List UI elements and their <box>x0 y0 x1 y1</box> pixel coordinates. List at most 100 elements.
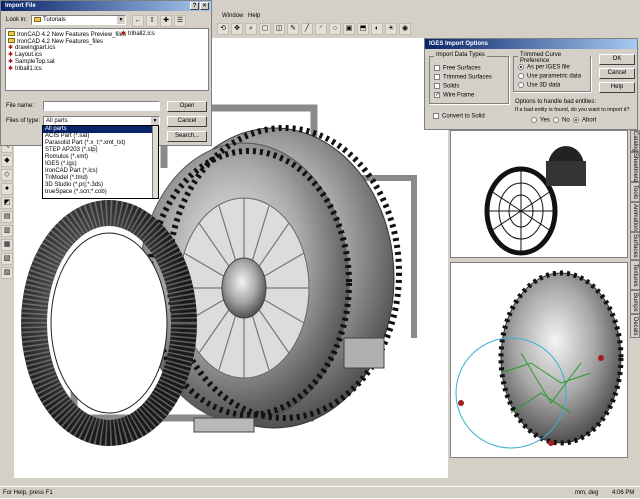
light-icon[interactable]: ☀ <box>385 23 397 35</box>
part-icon: ✱ <box>8 45 14 51</box>
iges-title: IGES Import Options <box>429 41 489 47</box>
checkbox-wire-frame[interactable]: ✓ Wire Frame <box>434 92 474 99</box>
fan-model <box>484 146 586 256</box>
arc-icon[interactable]: ◜ <box>315 23 327 35</box>
open-button[interactable]: Open <box>167 101 207 112</box>
line-icon[interactable]: ╱ <box>301 23 313 35</box>
up-folder-icon[interactable]: ⇧ <box>146 15 158 27</box>
tab-catalogs[interactable]: Catalogs <box>630 130 640 155</box>
ok-button[interactable]: OK <box>599 54 635 65</box>
zoom-icon[interactable]: ⌕ <box>245 23 257 35</box>
extrude-icon[interactable]: ⬒ <box>357 23 369 35</box>
radio-3d-data[interactable]: Use 3D data <box>518 82 560 89</box>
folder-icon <box>8 31 15 36</box>
part-icon: ✱ <box>8 66 14 72</box>
tab-decals[interactable]: Decals <box>630 314 640 338</box>
checkbox-solids[interactable]: Solids <box>434 83 459 90</box>
dropdown-option[interactable]: STEP AP203 (*.stp) <box>43 147 158 154</box>
search-button[interactable]: Search... <box>167 131 207 142</box>
dropdown-option[interactable]: Romulus (*.xmt) <box>43 154 158 161</box>
fit-icon[interactable]: ▢ <box>259 23 271 35</box>
radio-abort[interactable]: Abort <box>573 117 596 124</box>
import-file-titlebar[interactable]: Import File ? × <box>1 1 211 11</box>
folder-icon <box>8 38 15 43</box>
chevron-down-icon[interactable]: ▼ <box>151 117 159 125</box>
status-bar: For Help, press F1 mm, deg 4:06 PM <box>0 486 640 498</box>
tool-icon[interactable]: ◩ <box>1 197 13 209</box>
tool-icon[interactable]: ● <box>1 183 13 195</box>
tab-animation[interactable]: Animation <box>630 202 640 232</box>
list-item[interactable]: ✱ triball1.ics <box>8 66 206 73</box>
file-name-input[interactable] <box>43 101 160 111</box>
files-of-type-dropdown[interactable]: All parts ACIS Part (*.sat) Parasolid Pa… <box>42 125 159 199</box>
pan-icon[interactable]: ✥ <box>231 23 243 35</box>
list-item[interactable]: ✱ SampleTop.sat <box>8 59 206 66</box>
cancel-button[interactable]: Cancel <box>167 116 207 127</box>
checkbox-convert-to-solid[interactable]: Convert to Solid <box>433 113 485 120</box>
tool-icon[interactable]: ▧ <box>1 253 13 265</box>
tab-tools[interactable]: Tools <box>630 182 640 202</box>
iges-cancel-button[interactable]: Cancel <box>599 68 635 79</box>
iges-titlebar[interactable]: IGES Import Options <box>425 39 637 49</box>
dropdown-option[interactable]: Parasolid Part (*.x_t;*.xmt_txt) <box>43 140 158 147</box>
sketch-icon[interactable]: ✎ <box>287 23 299 35</box>
tab-textures[interactable]: Textures <box>630 260 640 290</box>
part-icon: ✱ <box>8 52 14 58</box>
import-data-types-title: Import Data Types <box>434 52 487 58</box>
dropdown-option[interactable]: trueSpace (*.scn;*.cob) <box>43 189 158 196</box>
rotate-icon[interactable]: ⟲ <box>217 23 229 35</box>
tab-surfaces[interactable]: Surfaces <box>630 232 640 260</box>
dropdown-option[interactable]: IGES (*.igs) <box>43 161 158 168</box>
scrollbar[interactable] <box>152 126 158 198</box>
menu-help[interactable]: Help <box>248 10 260 22</box>
look-in-label: Look in: <box>6 17 28 23</box>
dropdown-option[interactable]: ACIS Part (*.sat) <box>43 133 158 140</box>
dropdown-option[interactable]: All parts <box>43 126 158 133</box>
tool-icon[interactable]: ▨ <box>1 267 13 279</box>
tool-icon[interactable]: ▥ <box>1 225 13 237</box>
circle-icon[interactable]: ○ <box>329 23 341 35</box>
preview-viewport-bottom[interactable] <box>450 262 628 458</box>
tool-icon[interactable]: ◇ <box>1 169 13 181</box>
radio-as-per-iges[interactable]: As per IGES file <box>518 64 570 71</box>
status-time: 4:06 PM <box>612 490 635 496</box>
camera-icon[interactable]: ◉ <box>399 23 411 35</box>
tab-sheetmetal[interactable]: Sheetmetal <box>630 152 640 183</box>
tool-icon[interactable]: ◆ <box>1 155 13 167</box>
look-in-value: Tutorials <box>43 17 66 23</box>
tool-icon[interactable]: ▦ <box>1 239 13 251</box>
back-icon[interactable]: ← <box>132 15 144 27</box>
list-item[interactable]: IronCAD 4.2 New Features Preview_files <box>8 31 206 38</box>
close-icon[interactable]: × <box>200 2 209 10</box>
list-item[interactable]: IronCAD 4.2 New Features_files <box>8 38 206 45</box>
tool-icon[interactable]: ▤ <box>1 211 13 223</box>
import-data-types-group: Import Data Types Free Surfaces Trimmed … <box>429 52 509 104</box>
dropdown-option[interactable]: TriModel (*.tmd) <box>43 175 158 182</box>
radio-no[interactable]: No <box>553 117 570 124</box>
look-in-select[interactable]: Tutorials ▼ <box>31 15 126 25</box>
checkbox-free-surfaces[interactable]: Free Surfaces <box>434 65 481 72</box>
dropdown-option[interactable]: IronCAD Part (*.ics) <box>43 168 158 175</box>
list-item[interactable]: ✱ drawingpart.ics <box>8 45 206 52</box>
radio-parametric[interactable]: Use parametric data <box>518 73 581 80</box>
preview-viewport-top[interactable] <box>450 130 628 258</box>
file-list[interactable]: IronCAD 4.2 New Features Preview_files I… <box>5 28 209 91</box>
iges-help-button[interactable]: Help <box>599 82 635 93</box>
main-toolbar: ⟲ ✥ ⌕ ▢ ◫ ✎ ╱ ◜ ○ ▣ ⬒ ◐ ☀ ◉ <box>214 22 640 38</box>
box-icon[interactable]: ▣ <box>343 23 355 35</box>
list-item[interactable]: ✱ triball2.ics <box>121 31 155 38</box>
help-icon[interactable]: ? <box>190 2 199 10</box>
new-folder-icon[interactable]: ✚ <box>160 15 172 27</box>
list-item[interactable]: ✱ Layout.ics <box>8 52 206 59</box>
wireframe-model <box>455 270 624 449</box>
view-menu-icon[interactable]: ☰ <box>174 15 186 27</box>
render-icon[interactable]: ◐ <box>371 23 383 35</box>
dropdown-option[interactable]: 3D Studio (*.prj;*.3ds) <box>43 182 158 189</box>
folder-icon <box>34 16 41 22</box>
checkbox-trimmed-surfaces[interactable]: Trimmed Surfaces <box>434 74 492 81</box>
tab-bumps[interactable]: Bumps <box>630 290 640 314</box>
chevron-down-icon[interactable]: ▼ <box>117 16 125 24</box>
view-icon[interactable]: ◫ <box>273 23 285 35</box>
menu-window[interactable]: Window <box>222 10 243 22</box>
radio-yes[interactable]: Yes <box>531 117 550 124</box>
